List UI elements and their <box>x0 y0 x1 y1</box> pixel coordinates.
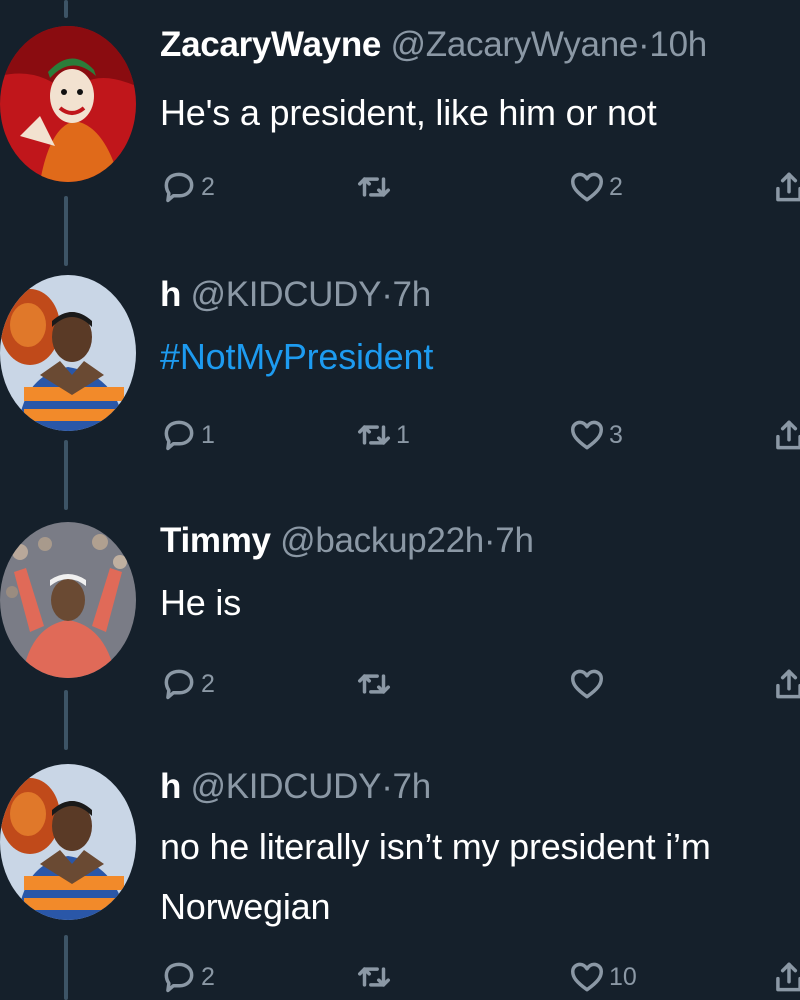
share-icon <box>776 172 800 202</box>
reply-count: 2 <box>201 669 215 698</box>
tweet-header: Timmy @backup22h·7h <box>160 518 534 564</box>
timestamp[interactable]: 7h <box>393 767 432 806</box>
reply-button[interactable]: 1 <box>160 413 215 457</box>
like-button[interactable]: 2 <box>568 165 623 209</box>
tweet-header: h @KIDCUDY·7h <box>160 764 431 810</box>
handle[interactable]: @ZacaryWyane <box>391 25 639 64</box>
timestamp[interactable]: 10h <box>649 25 707 64</box>
tweet-text: He's a president, like him or not <box>160 92 657 133</box>
heart-icon <box>571 962 603 992</box>
tweet-text: He is <box>160 582 242 623</box>
avatar-image <box>0 26 136 182</box>
retweet-button[interactable]: 1 <box>355 413 410 457</box>
like-button[interactable] <box>568 662 609 706</box>
handle[interactable]: @KIDCUDY <box>191 767 382 806</box>
tweet-actions: 1 1 3 <box>0 413 800 457</box>
tweet-header: ZacaryWayne @ZacaryWyane·10h <box>160 22 707 68</box>
heart-icon <box>571 669 603 699</box>
reply-icon <box>164 172 194 203</box>
retweet-icon <box>358 177 390 197</box>
handle[interactable]: @KIDCUDY <box>191 275 382 314</box>
retweet-button[interactable] <box>355 165 396 209</box>
heart-icon <box>571 172 603 202</box>
separator-dot: · <box>381 275 393 314</box>
retweet-button[interactable] <box>355 662 396 706</box>
display-name[interactable]: ZacaryWayne <box>160 25 381 64</box>
like-count: 3 <box>609 420 623 449</box>
avatar-image <box>0 275 136 431</box>
share-icon <box>776 420 800 450</box>
like-count: 2 <box>609 172 623 201</box>
reply-button[interactable]: 2 <box>160 662 215 706</box>
timestamp[interactable]: 7h <box>495 521 534 560</box>
separator-dot: · <box>381 767 393 806</box>
thread-line <box>64 0 68 18</box>
reply-icon <box>164 669 194 700</box>
avatar[interactable] <box>0 764 136 920</box>
reply-icon <box>164 420 194 451</box>
retweet-icon <box>358 425 390 445</box>
retweet-icon <box>358 674 390 694</box>
hashtag-link[interactable]: #NotMyPresident <box>160 330 433 384</box>
display-name[interactable]: Timmy <box>160 521 271 560</box>
timestamp[interactable]: 7h <box>393 275 432 314</box>
like-button[interactable]: 10 <box>568 955 637 999</box>
tweet-text-line-1: no he literally isn’t my president i’m <box>160 826 711 867</box>
retweet-button[interactable] <box>355 955 396 999</box>
reply-count: 2 <box>201 172 215 201</box>
avatar-image <box>0 764 136 920</box>
reply-button[interactable]: 2 <box>160 165 215 209</box>
avatar[interactable] <box>0 275 136 431</box>
tweet-text-line-2: Norwegian <box>160 886 331 927</box>
separator-dot: · <box>638 25 650 64</box>
retweet-count: 1 <box>396 420 410 449</box>
tweet-actions: 2 2 <box>0 165 800 209</box>
like-button[interactable]: 3 <box>568 413 623 457</box>
display-name[interactable]: h <box>160 767 181 806</box>
retweet-icon <box>358 967 390 987</box>
reply-count: 1 <box>201 420 215 449</box>
share-button[interactable] <box>770 165 800 209</box>
share-icon <box>776 962 800 992</box>
heart-icon <box>571 420 603 450</box>
handle[interactable]: @backup22h <box>280 521 484 560</box>
avatar-image <box>0 522 136 678</box>
avatar[interactable] <box>0 522 136 678</box>
like-count: 10 <box>609 962 637 991</box>
tweet-header: h @KIDCUDY·7h <box>160 272 431 318</box>
display-name[interactable]: h <box>160 275 181 314</box>
tweet-actions: 2 10 <box>0 955 800 999</box>
reply-count: 2 <box>201 962 215 991</box>
share-button[interactable] <box>770 662 800 706</box>
separator-dot: · <box>483 521 496 560</box>
tweet-actions: 2 <box>0 662 800 706</box>
share-button[interactable] <box>770 413 800 457</box>
avatar[interactable] <box>0 26 136 182</box>
share-button[interactable] <box>770 955 800 999</box>
reply-icon <box>164 962 194 993</box>
share-icon <box>776 669 800 699</box>
reply-button[interactable]: 2 <box>160 955 215 999</box>
